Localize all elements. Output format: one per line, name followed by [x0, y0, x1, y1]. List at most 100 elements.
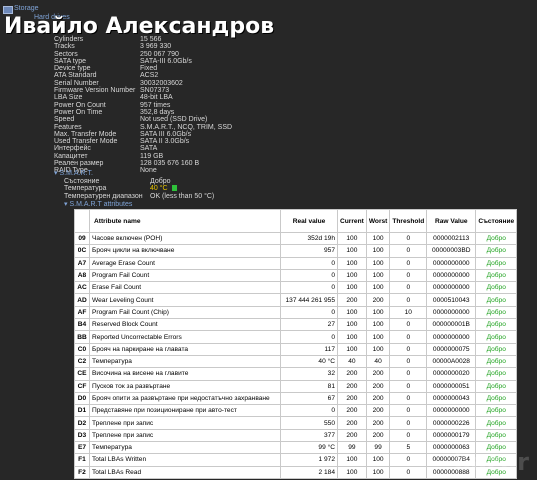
attr-name: Брояч на паркиране на главата	[89, 342, 281, 356]
attr-status: Добро	[475, 391, 518, 406]
property-value: SATA III 6.0Gb/s	[140, 130, 192, 138]
col-id	[74, 209, 90, 233]
col-status: Състояние	[475, 209, 518, 233]
property-key: Max. Transfer Mode	[54, 130, 117, 138]
attr-name: Брояч цикли на включване	[89, 244, 281, 258]
attr-real-value: 67	[280, 391, 338, 406]
property-key: Firmware Version Number	[54, 87, 136, 95]
col-threshold: Threshold	[389, 209, 428, 233]
attr-worst: 100	[365, 281, 391, 295]
table-row[interactable]: AC Erase Fail Count 0 100 100 0 0000000000 Добр…	[74, 281, 518, 295]
property-value: None	[140, 167, 157, 175]
attr-threshold: 0	[389, 416, 428, 430]
table-row[interactable]: AF Program Fail Count (Chip) 0 100 100 10 0000…	[74, 305, 518, 320]
attr-name: Total LBAs Read	[89, 465, 281, 479]
table-row[interactable]: C0 Брояч на паркиране на главата 117 100 100…	[74, 342, 518, 356]
attr-current: 200	[337, 293, 367, 307]
attr-id: AC	[74, 281, 90, 295]
attr-real-value: 957	[280, 244, 338, 258]
attr-raw-value: 00000003BD	[426, 244, 477, 258]
attr-worst: 100	[365, 244, 391, 258]
attr-status: Добро	[475, 231, 518, 246]
attr-threshold: 0	[389, 293, 428, 307]
table-row[interactable]: B4 Reserved Block Count 27 100 100 0 000000001…	[74, 318, 518, 332]
attr-name: Пусков ток за развъртане	[89, 379, 281, 393]
property-row: Интерфейс SATA	[54, 145, 232, 152]
smart-section-header[interactable]: ▾ S.M.A.R.T.	[54, 170, 93, 178]
table-row[interactable]: 09 Часове включен (POH) 352d 19h 100 100 0 000…	[74, 231, 518, 246]
table-row[interactable]: BB Reported Uncorrectable Errors 0 100 100 0 0…	[74, 330, 518, 344]
attr-id: B4	[74, 318, 90, 332]
tree-item-storage[interactable]: Storage	[14, 5, 39, 13]
attr-name: Average Erase Count	[89, 256, 281, 270]
attr-real-value: 2 184	[280, 465, 338, 479]
attr-name: Треплене при запис	[89, 428, 281, 443]
table-row[interactable]: A7 Average Erase Count 0 100 100 0 0000000000 Д…	[74, 256, 518, 270]
attr-status: Добро	[475, 318, 518, 332]
attr-current: 200	[337, 367, 367, 381]
attr-status: Добро	[475, 354, 518, 369]
property-value: 30032003602	[140, 79, 183, 87]
drive-properties: Cylinders 15 566 Tracks 3 969 330 Sectors 250…	[54, 36, 232, 175]
attr-worst: 200	[365, 404, 391, 418]
table-row[interactable]: CF Пусков ток за развъртане 81 200 200 0 00000…	[74, 379, 518, 393]
property-key: Features	[54, 123, 82, 131]
table-row[interactable]: D1 Представяне при позициониране при авто…	[74, 404, 518, 418]
table-row[interactable]: 0C Брояч цикли на включване 957 100 100 0 0000…	[74, 244, 518, 258]
attr-worst: 100	[365, 342, 391, 356]
attr-status: Добро	[475, 244, 518, 258]
attr-status: Добро	[475, 404, 518, 418]
attr-status: Добро	[475, 293, 518, 307]
attr-status: Добро	[475, 281, 518, 295]
table-row[interactable]: AD Wear Leveling Count 137 444 261 955 200 2…	[74, 293, 518, 307]
attr-worst: 200	[365, 367, 391, 381]
property-row: Serial Number 30032003602	[54, 80, 232, 87]
property-row: Device type Fixed	[54, 65, 232, 72]
attr-status: Добро	[475, 330, 518, 344]
attr-id: CF	[74, 379, 90, 393]
attr-threshold: 0	[389, 428, 428, 443]
attr-status: Добро	[475, 305, 518, 320]
table-row[interactable]: D2 Треплене при запис 550 200 200 0 0000000226…	[74, 416, 518, 430]
table-row[interactable]: E7 Температура 99 °C 99 99 5 0000000063 Добро	[74, 441, 518, 455]
table-row[interactable]: C2 Температура 40 °C 40 40 0 00000A0028 Добро	[74, 354, 518, 369]
attr-threshold: 0	[389, 231, 428, 246]
attr-current: 100	[337, 244, 367, 258]
attr-status: Добро	[475, 268, 518, 283]
property-value: SATA II 3.0Gb/s	[140, 138, 190, 146]
col-attribute-name: Attribute name	[89, 209, 281, 233]
table-row[interactable]: D3 Треплене при запис 377 200 200 0 0000000179…	[74, 428, 518, 443]
attr-worst: 200	[365, 293, 391, 307]
property-value: Not used (SSD Drive)	[140, 116, 208, 124]
attr-raw-value: 0000000051	[426, 379, 477, 393]
property-key: Power On Time	[54, 108, 103, 116]
attr-real-value: 550	[280, 416, 338, 430]
table-row[interactable]: CE Височина на висене на главите 32 200 200 0…	[74, 367, 518, 381]
property-key: Реален размер	[54, 160, 104, 168]
smart-summary: Състояние Добро Температура 40 °C Температ…	[64, 178, 214, 200]
property-key: Serial Number	[54, 79, 99, 87]
attr-worst: 99	[365, 441, 391, 455]
attr-worst: 200	[365, 379, 391, 393]
attr-id: AD	[74, 293, 90, 307]
attr-name: Часове включен (POH)	[89, 231, 281, 246]
property-value: 119 GB	[140, 152, 164, 160]
attr-id: F1	[74, 453, 90, 467]
attr-id: A8	[74, 268, 90, 283]
attr-worst: 200	[365, 391, 391, 406]
attr-threshold: 0	[389, 465, 428, 479]
attr-current: 200	[337, 404, 367, 418]
col-current: Current	[337, 209, 367, 233]
attr-status: Добро	[475, 367, 518, 381]
table-row[interactable]: F2 Total LBAs Read 2 184 100 100 0 0000000888 Д…	[74, 465, 518, 479]
table-row[interactable]: F1 Total LBAs Written 1 972 100 100 0 00000007…	[74, 453, 518, 467]
attr-raw-value: 000000001B	[426, 318, 477, 332]
table-row[interactable]: A8 Program Fail Count 0 100 100 0 0000000000 До…	[74, 268, 518, 283]
smart-attributes-label: S.M.A.R.T attributes	[69, 201, 133, 208]
attr-threshold: 0	[389, 256, 428, 270]
attr-worst: 100	[365, 268, 391, 283]
smart-attributes-header[interactable]: ▾ S.M.A.R.T attributes	[64, 201, 132, 209]
table-row[interactable]: D0 Брояч опити за развъртане при недостат…	[74, 391, 518, 406]
attr-id: D0	[74, 391, 90, 406]
attr-name: Program Fail Count (Chip)	[89, 305, 281, 320]
